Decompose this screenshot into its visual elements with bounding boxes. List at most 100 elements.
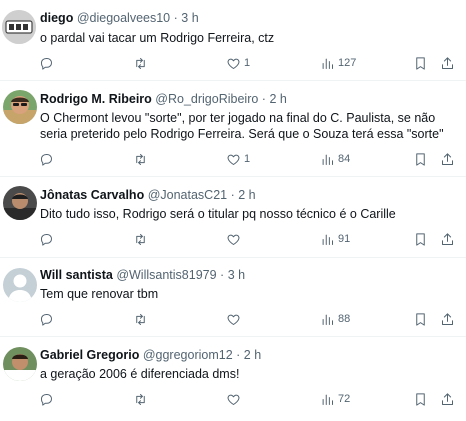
like-count: 1 xyxy=(244,153,251,165)
analytics-icon xyxy=(322,394,333,405)
analytics-icon xyxy=(322,234,333,245)
user-handle[interactable]: @diegoalvees10 xyxy=(77,11,170,25)
reply-button[interactable] xyxy=(39,150,54,168)
young-man-avatar-icon xyxy=(3,347,37,381)
default-person-avatar-icon xyxy=(3,268,37,302)
timestamp[interactable]: 3 h xyxy=(228,268,245,282)
tweet-text: o pardal vai tacar um Rodrigo Ferreira, … xyxy=(40,31,275,45)
retweet-button[interactable] xyxy=(133,150,148,168)
display-name[interactable]: Rodrigo M. Ribeiro xyxy=(40,92,152,106)
bookmark-button[interactable] xyxy=(413,390,428,408)
heart-icon xyxy=(227,58,240,69)
like-button[interactable] xyxy=(226,390,244,408)
timestamp[interactable]: 2 h xyxy=(238,188,255,202)
tweet-header: Jônatas Carvalho @JonatasC21 · 2 h xyxy=(40,188,256,203)
tweet-actions: 1 84 xyxy=(0,150,466,168)
reply-button[interactable] xyxy=(39,54,54,72)
heart-icon xyxy=(227,394,240,405)
reply-button[interactable] xyxy=(39,310,54,328)
bookmark-icon xyxy=(416,392,425,406)
reply-icon xyxy=(41,233,52,246)
like-button[interactable]: 1 xyxy=(226,150,250,168)
retweet-icon xyxy=(136,153,145,165)
share-button[interactable] xyxy=(440,310,455,328)
like-button[interactable] xyxy=(226,230,244,248)
share-button[interactable] xyxy=(440,54,455,72)
tweet[interactable]: Jônatas Carvalho @JonatasC21 · 2 h Dito … xyxy=(0,177,466,258)
man-photo-avatar-icon xyxy=(3,186,37,220)
share-button[interactable] xyxy=(440,150,455,168)
reply-icon xyxy=(41,57,52,70)
bookmark-icon xyxy=(416,56,425,70)
tweet[interactable]: Will santista @Willsantis81979 · 3 h Tem… xyxy=(0,258,466,337)
share-button[interactable] xyxy=(440,230,455,248)
tweet[interactable]: Rodrigo M. Ribeiro @Ro_drigoRibeiro · 2 … xyxy=(0,81,466,177)
share-button[interactable] xyxy=(440,390,455,408)
tweet-header: Rodrigo M. Ribeiro @Ro_drigoRibeiro · 2 … xyxy=(40,92,287,107)
timestamp[interactable]: 3 h xyxy=(181,11,198,25)
share-icon xyxy=(442,392,453,405)
view-count: 84 xyxy=(338,153,351,165)
retweet-button[interactable] xyxy=(133,310,148,328)
tweet-actions: 1 127 xyxy=(0,54,466,72)
views-button[interactable]: 127 xyxy=(320,54,356,72)
separator-dot: · xyxy=(220,268,225,282)
avatar[interactable] xyxy=(3,90,37,124)
user-handle[interactable]: @ggregoriom12 xyxy=(143,348,233,362)
views-button[interactable]: 91 xyxy=(320,230,350,248)
share-icon xyxy=(442,152,453,165)
avatar[interactable] xyxy=(3,186,37,220)
bookmark-button[interactable] xyxy=(413,54,428,72)
display-name[interactable]: Gabriel Gregorio xyxy=(40,348,139,362)
avatar[interactable] xyxy=(3,268,37,302)
separator-dot: · xyxy=(236,348,241,362)
tweet-text: a geração 2006 é diferenciada dms! xyxy=(40,367,240,381)
separator-dot: · xyxy=(230,188,235,202)
view-count: 72 xyxy=(338,393,351,405)
avatar[interactable] xyxy=(3,347,37,381)
share-icon xyxy=(442,232,453,245)
reply-icon xyxy=(41,393,52,406)
man-sunglasses-avatar-icon xyxy=(3,90,37,124)
separator-dot: · xyxy=(173,11,178,25)
retweet-icon xyxy=(136,313,145,325)
tweet-actions: 88 xyxy=(0,310,466,328)
retweet-button[interactable] xyxy=(133,230,148,248)
display-name[interactable]: diego xyxy=(40,11,73,25)
timestamp[interactable]: 2 h xyxy=(244,348,261,362)
bookmark-icon xyxy=(416,152,425,166)
tweet[interactable]: diego @diegoalvees10 · 3 h o pardal vai … xyxy=(0,0,466,81)
views-button[interactable]: 72 xyxy=(320,390,350,408)
bookmark-button[interactable] xyxy=(413,310,428,328)
retweet-icon xyxy=(136,393,145,405)
user-handle[interactable]: @JonatasC21 xyxy=(148,188,227,202)
like-button[interactable] xyxy=(226,310,244,328)
reply-button[interactable] xyxy=(39,390,54,408)
tweet[interactable]: Gabriel Gregorio @ggregoriom12 · 2 h a g… xyxy=(0,337,466,421)
reply-button[interactable] xyxy=(39,230,54,248)
heart-icon xyxy=(227,314,240,325)
reply-icon xyxy=(41,313,52,326)
bookmark-icon xyxy=(416,232,425,246)
reply-icon xyxy=(41,153,52,166)
share-icon xyxy=(442,312,453,325)
heart-icon xyxy=(227,234,240,245)
timestamp[interactable]: 2 h xyxy=(269,92,286,106)
avatar[interactable] xyxy=(2,10,36,44)
bookmark-button[interactable] xyxy=(413,150,428,168)
view-count: 91 xyxy=(338,233,351,245)
user-handle[interactable]: @Willsantis81979 xyxy=(116,268,216,282)
separator-dot: · xyxy=(261,92,266,106)
user-handle[interactable]: @Ro_drigoRibeiro xyxy=(155,92,258,106)
retweet-button[interactable] xyxy=(133,54,148,72)
views-button[interactable]: 84 xyxy=(320,150,350,168)
views-button[interactable]: 88 xyxy=(320,310,350,328)
display-name[interactable]: Will santista xyxy=(40,268,113,282)
bookmark-button[interactable] xyxy=(413,230,428,248)
like-button[interactable]: 1 xyxy=(226,54,250,72)
bookmark-icon xyxy=(416,312,425,326)
view-count: 88 xyxy=(338,313,351,325)
retweet-button[interactable] xyxy=(133,390,148,408)
tweet-text: Tem que renovar tbm xyxy=(40,287,159,301)
display-name[interactable]: Jônatas Carvalho xyxy=(40,188,144,202)
